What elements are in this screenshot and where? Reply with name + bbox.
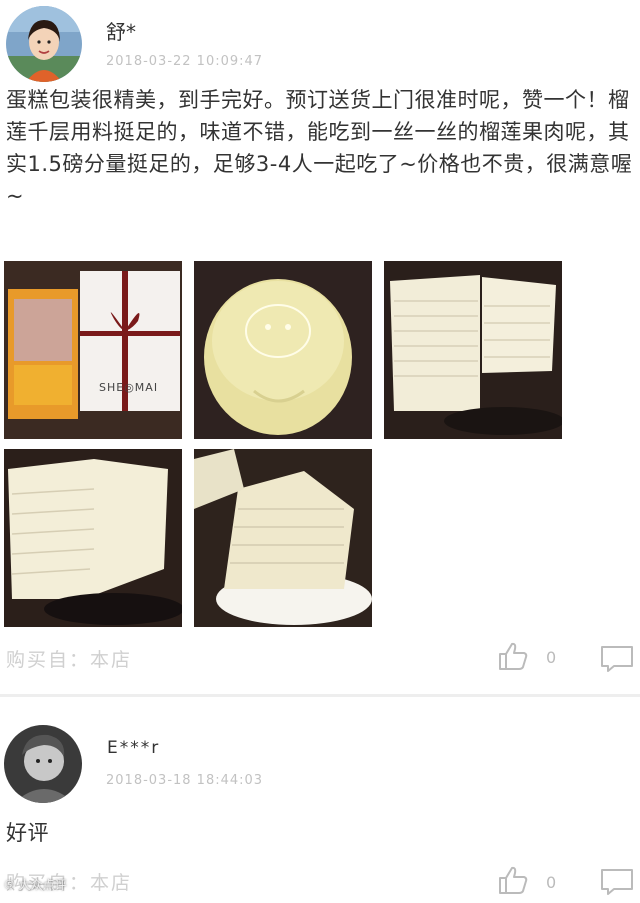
comment-bubble-icon[interactable]	[600, 868, 634, 896]
review-photo[interactable]	[4, 449, 182, 627]
like-count: 0	[546, 873, 557, 892]
review-timestamp: 2018-03-18 18:44:03	[106, 773, 264, 788]
review-photo[interactable]	[194, 449, 372, 627]
user-avatar[interactable]	[4, 725, 82, 803]
review-timestamp: 2018-03-22 10:09:47	[106, 54, 264, 69]
review-text: 好评	[6, 821, 49, 845]
review-card: E***r 2018-03-18 18:44:03 好评 购买自：本店 0	[0, 697, 640, 903]
like-count: 0	[546, 648, 557, 667]
watermark: ⑤ 大众点评	[4, 878, 67, 892]
review-text: 蛋糕包装很精美，到手完好。预订送货上门很准时呢，赞一个！榴莲千层用料挺足的，味道…	[6, 88, 633, 208]
box-brand-text: SHE◎MAI	[99, 381, 158, 394]
review-photo[interactable]: SHE◎MAI	[4, 261, 182, 439]
thumbs-up-icon[interactable]	[498, 865, 528, 895]
comment-bubble-icon[interactable]	[600, 645, 634, 673]
purchase-source: 购买自：本店	[6, 649, 133, 671]
username[interactable]: E***r	[107, 738, 160, 758]
thumbs-up-icon[interactable]	[498, 641, 528, 671]
username[interactable]: 舒*	[106, 16, 136, 45]
review-card: 舒* 2018-03-22 10:09:47 蛋糕包装很精美，到手完好。预订送货…	[0, 0, 640, 690]
user-avatar[interactable]	[6, 6, 82, 82]
review-photo[interactable]	[384, 261, 562, 439]
review-photo[interactable]	[194, 261, 372, 439]
